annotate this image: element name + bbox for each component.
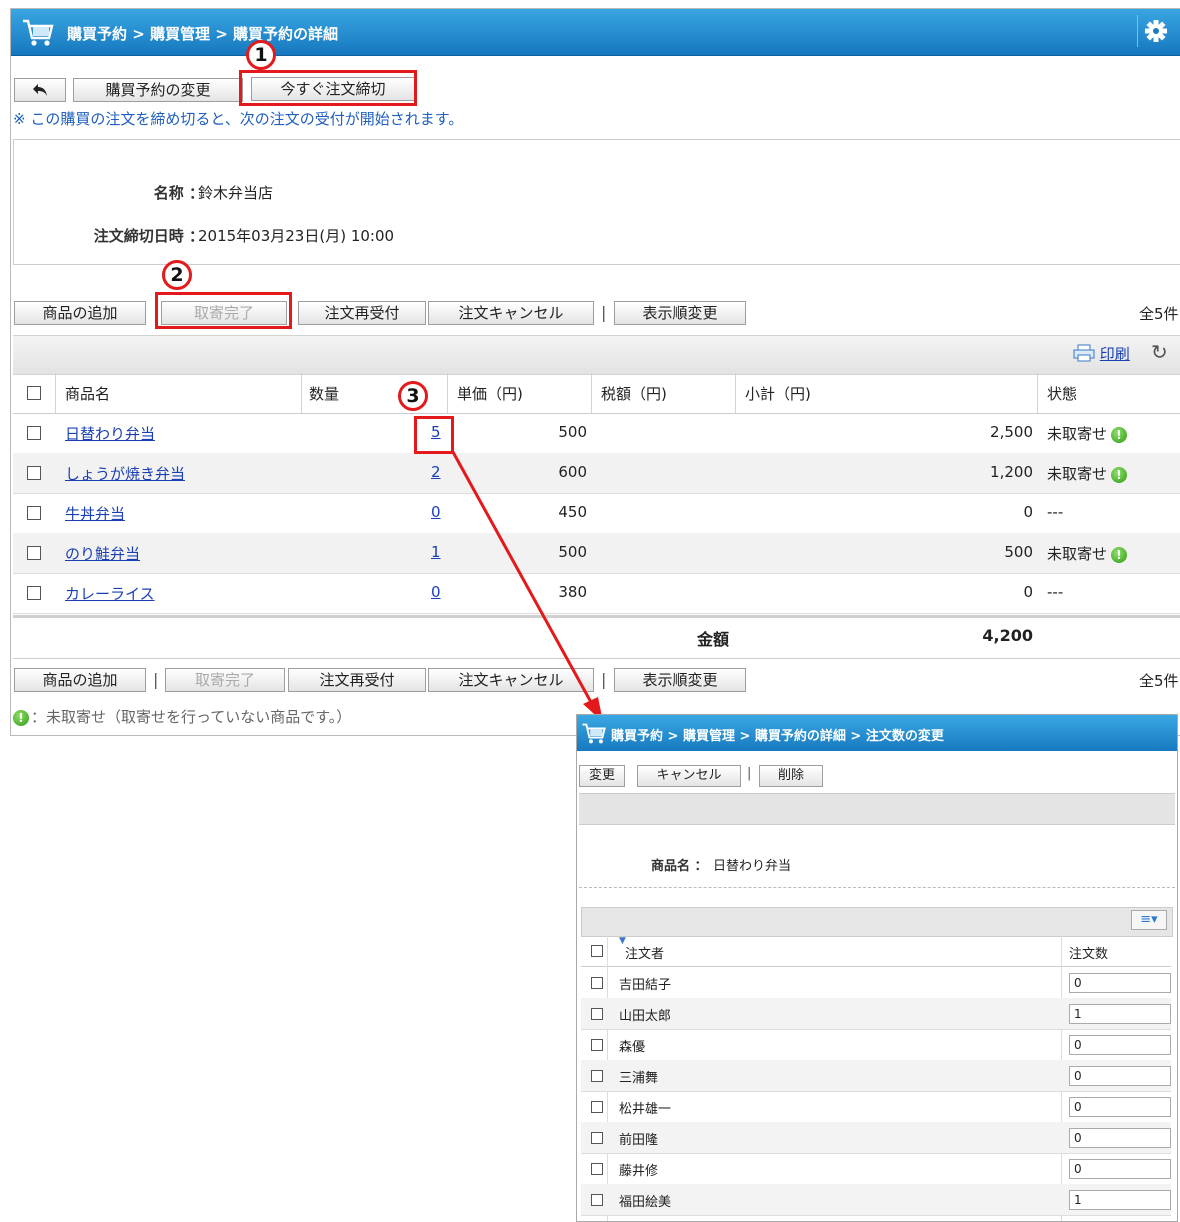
popup-change-button[interactable]: 変更 [579, 765, 625, 787]
order-qty-input[interactable]: 1 [1069, 1190, 1171, 1210]
popup-row: 森優 0 [581, 1029, 1171, 1061]
orderer-name: 福田絵美 [619, 1195, 672, 1210]
orderer-name: 藤井修 [619, 1164, 659, 1179]
order-qty-input[interactable]: 0 [1069, 1097, 1171, 1117]
col-order-qty: 注文数 [1069, 947, 1109, 962]
popup-separator: | [747, 766, 752, 781]
popup-row: 松井雄一 0 [581, 1091, 1171, 1123]
popup-row-checkbox[interactable] [591, 1008, 603, 1020]
popup-row-checkbox[interactable] [591, 1194, 603, 1206]
popup-breadcrumb: 購買予約 > 購買管理 > 購買予約の詳細 > 注文数の変更 [611, 729, 944, 744]
order-quantity-dialog: 購買予約 > 購買管理 > 購買予約の詳細 > 注文数の変更 変更 キャンセル … [576, 714, 1178, 1222]
popup-table-header: ▼ 注文者 注文数 [581, 936, 1171, 967]
order-qty-input[interactable]: 0 [1069, 1035, 1171, 1055]
cart-icon [582, 723, 606, 744]
popup-grid-toolbar [581, 907, 1173, 937]
popup-row-checkbox[interactable] [591, 1163, 603, 1175]
popup-row: 吉田結子 0 [581, 967, 1171, 999]
popup-row-checkbox[interactable] [591, 1132, 603, 1144]
popup-row: 前田隆 0 [581, 1122, 1171, 1154]
orderer-name: 前田隆 [619, 1133, 659, 1148]
popup-select-all-checkbox[interactable] [591, 945, 603, 957]
order-qty-input[interactable]: 0 [1069, 973, 1171, 993]
popup-delete-button[interactable]: 削除 [759, 765, 823, 787]
popup-band [579, 793, 1175, 825]
popup-product-label: 商品名 ： [651, 859, 708, 874]
order-qty-input[interactable]: 0 [1069, 1128, 1171, 1148]
list-menu-icon[interactable]: ≡▾ [1131, 910, 1167, 930]
orderer-name: 吉田結子 [619, 978, 672, 993]
popup-info: 商品名 ： 日替わり弁当 [579, 823, 1175, 888]
popup-row: 藤井修 0 [581, 1153, 1171, 1185]
popup-row-checkbox[interactable] [591, 1039, 603, 1051]
popup-row: 福田絵美 1 [581, 1184, 1171, 1216]
order-qty-input[interactable]: 0 [1069, 1159, 1171, 1179]
popup-row: 山田太郎 1 [581, 998, 1171, 1030]
popup-row: 三浦舞 0 [581, 1060, 1171, 1092]
orderer-name: 三浦舞 [619, 1071, 659, 1086]
popup-row-checkbox[interactable] [591, 1101, 603, 1113]
popup-row-checkbox[interactable] [591, 977, 603, 989]
orderer-name: 森優 [619, 1040, 646, 1055]
orderer-name: 松井雄一 [619, 1102, 672, 1117]
col-orderer: 注文者 [625, 947, 665, 962]
order-qty-input[interactable]: 0 [1069, 1066, 1171, 1086]
order-qty-input[interactable]: 1 [1069, 1004, 1171, 1024]
orderer-name: 山田太郎 [619, 1009, 672, 1024]
popup-product-value: 日替わり弁当 [713, 859, 792, 874]
popup-title-bar: 購買予約 > 購買管理 > 購買予約の詳細 > 注文数の変更 [577, 715, 1177, 751]
popup-row-checkbox[interactable] [591, 1070, 603, 1082]
popup-cancel-button[interactable]: キャンセル [637, 765, 741, 787]
